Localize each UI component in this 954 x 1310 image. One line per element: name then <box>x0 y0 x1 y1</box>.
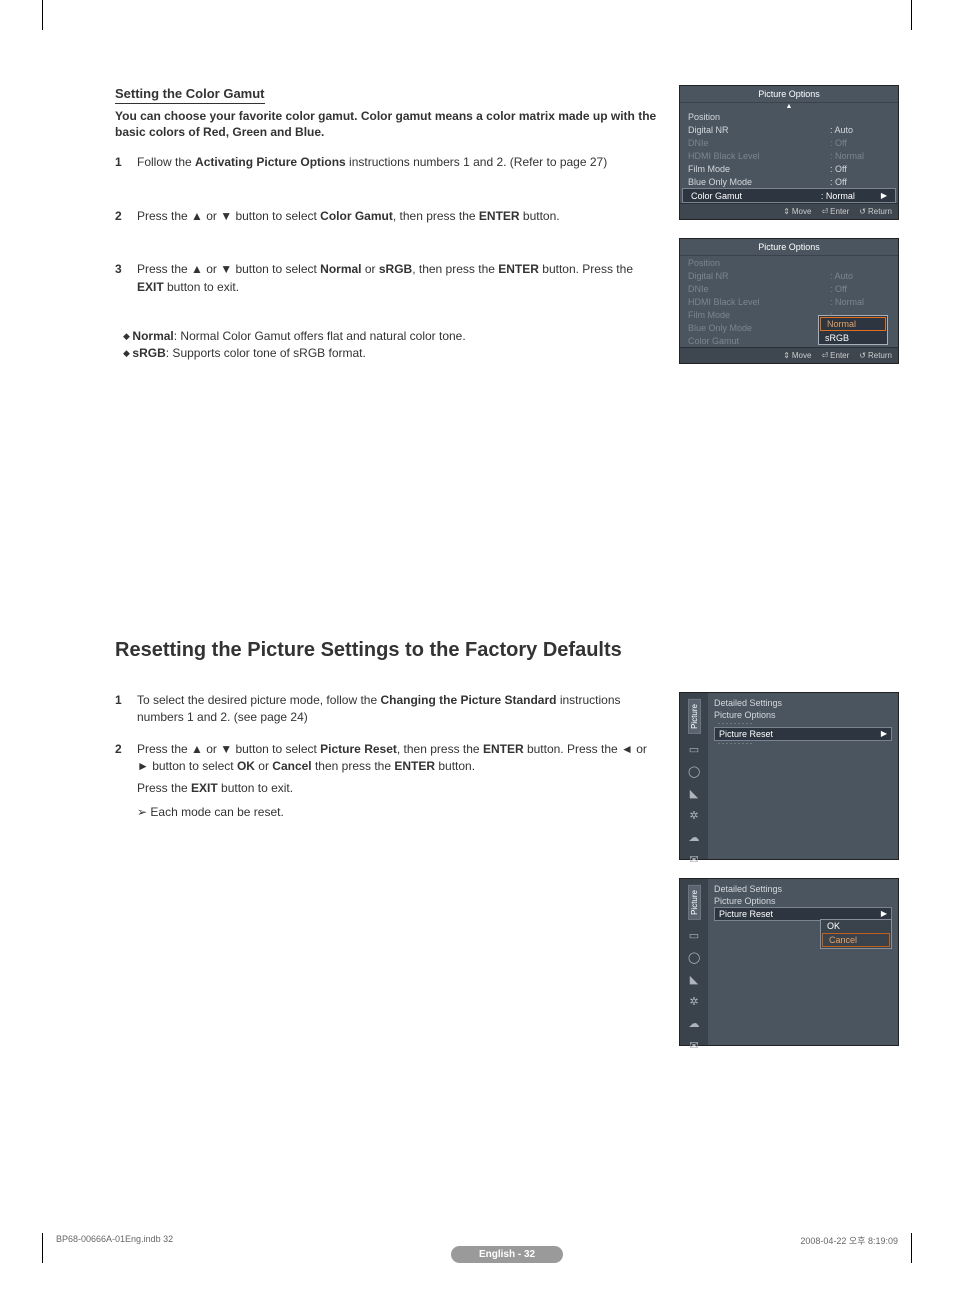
step-text: Follow the Activating Picture Options in… <box>137 154 661 171</box>
pointer-note: Each mode can be reset. <box>115 805 661 819</box>
footer-return: Return <box>859 207 892 216</box>
step-number: 2 <box>115 208 137 225</box>
tv-menu-row: HDMI Black Level: Normal <box>680 295 898 308</box>
tv-sidebar: Picture ▭ ◯ ◣ ✲ ☁ ✉ <box>680 879 708 1045</box>
step-number: 3 <box>115 261 137 296</box>
crop-mark <box>42 1233 43 1263</box>
notes-box: Normal: Normal Color Gamut offers flat a… <box>115 322 661 369</box>
tv-menu-selected-row: Color Gamut : Normal ▶ <box>682 188 896 203</box>
sidebar-tab-picture: Picture <box>688 885 701 920</box>
tv-menu-row: DNIe: Off <box>680 282 898 295</box>
mail-icon: ✉ <box>688 1040 700 1052</box>
step-text: Press the ▲ or ▼ button to select Color … <box>137 208 661 225</box>
footer-return: Return <box>859 351 892 360</box>
step-text: Press the ▲ or ▼ button to select Pictur… <box>137 741 661 776</box>
sidebar-tab-picture: Picture <box>688 699 701 734</box>
manual-page: Setting the Color Gamut You can choose y… <box>0 0 954 1263</box>
tv-menu-row: Digital NR: Auto <box>680 123 898 136</box>
cloud-icon: ☁ <box>688 832 700 844</box>
cloud-icon: ☁ <box>688 1018 700 1030</box>
tv-menu-picture-reset-2: Picture ▭ ◯ ◣ ✲ ☁ ✉ Detailed Settings Pi… <box>679 878 899 1046</box>
meta-right: 2008-04-22 오후 8:19:09 <box>800 1234 898 1247</box>
step-number: 1 <box>115 692 137 727</box>
tv-menu-footer: Move Enter Return <box>680 347 898 363</box>
tv-menu-footer: Move Enter Return <box>680 203 898 219</box>
tv-menu-line: Detailed Settings <box>714 883 892 895</box>
footer-enter: Enter <box>821 207 849 216</box>
steps-list: 1To select the desired picture mode, fol… <box>115 692 661 776</box>
note-item: sRGB: Supports color tone of sRGB format… <box>123 345 653 362</box>
caret-right-icon: ▶ <box>881 191 887 200</box>
monitor-icon: ▭ <box>688 930 700 942</box>
tv-menu-header: Picture Options <box>680 239 898 256</box>
circle-icon: ◯ <box>688 952 700 964</box>
tv-menu-label: Color Gamut <box>691 191 821 201</box>
tv-menu-line: Picture Options <box>714 709 892 721</box>
tv-menu-picture-options-1: Picture Options ▲ PositionDigital NR: Au… <box>679 85 899 220</box>
crop-mark <box>42 0 43 30</box>
footer-move: Move <box>783 351 811 360</box>
tv-menu-picture-reset-1: Picture ▭ ◯ ◣ ✲ ☁ ✉ Detailed Settings Pi… <box>679 692 899 860</box>
step-text: To select the desired picture mode, foll… <box>137 692 661 727</box>
note-item: Normal: Normal Color Gamut offers flat a… <box>123 328 653 345</box>
caret-right-icon: ▶ <box>881 909 887 918</box>
section-reset: 1To select the desired picture mode, fol… <box>115 692 899 1046</box>
circle-icon: ◯ <box>688 766 700 778</box>
footer-move: Move <box>783 207 811 216</box>
tv-menu-header: Picture Options <box>680 86 898 103</box>
flag-icon: ◣ <box>688 788 700 800</box>
step-number: 1 <box>115 154 137 171</box>
tv-menu-row: Film Mode: Off <box>680 162 898 175</box>
print-meta: BP68-00666A-01Eng.indb 32 2008-04-22 오후 … <box>56 1234 898 1247</box>
tv-menu-line: Detailed Settings <box>714 697 892 709</box>
caret-right-icon: ▶ <box>881 729 887 738</box>
tv-menu-selected-row: Picture Reset▶ <box>714 727 892 741</box>
tv-menu-line: Picture Options <box>714 895 892 907</box>
section-color-gamut: Setting the Color Gamut You can choose y… <box>115 85 899 369</box>
tv-menu-row: Blue Only Mode: Off <box>680 175 898 188</box>
footer-enter: Enter <box>821 351 849 360</box>
crop-mark <box>911 1233 912 1263</box>
popup-option: Cancel <box>822 933 890 947</box>
scroll-up-indicator: ▲ <box>680 103 898 110</box>
tv-sidebar: Picture ▭ ◯ ◣ ✲ ☁ ✉ <box>680 693 708 859</box>
exit-line: Press the EXIT button to exit. <box>115 781 661 795</box>
tv-menu-row: HDMI Black Level: Normal <box>680 149 898 162</box>
tv-menu-row: Digital NR: Auto <box>680 269 898 282</box>
mail-icon: ✉ <box>688 854 700 866</box>
tv-menu-row: Position <box>680 110 898 123</box>
tv-menu-row: Position <box>680 256 898 269</box>
gear-icon: ✲ <box>688 810 700 822</box>
popup-option: OK <box>821 920 891 932</box>
popup-option: sRGB <box>819 332 887 344</box>
flag-icon: ◣ <box>688 974 700 986</box>
section-title: Setting the Color Gamut <box>115 86 265 104</box>
tv-popup-ok-cancel: OK Cancel <box>820 919 892 949</box>
tv-menu-picture-options-2: Picture Options PositionDigital NR: Auto… <box>679 238 899 364</box>
main-heading: Resetting the Picture Settings to the Fa… <box>115 639 899 662</box>
tv-popup-color-gamut: Normal sRGB <box>818 315 888 345</box>
meta-left: BP68-00666A-01Eng.indb 32 <box>56 1234 173 1247</box>
popup-option: Normal <box>820 317 886 331</box>
crop-mark <box>911 0 912 30</box>
monitor-icon: ▭ <box>688 744 700 756</box>
tv-menu-value: : Normal <box>821 191 881 201</box>
page-number-pill: English - 32 <box>451 1246 563 1263</box>
tv-menu-row: DNIe: Off <box>680 136 898 149</box>
dotted-lower: ········· <box>714 741 892 747</box>
page-footer: English - 32 <box>115 1246 899 1263</box>
steps-list: 1Follow the Activating Picture Options i… <box>115 154 661 296</box>
step-number: 2 <box>115 741 137 776</box>
section-intro: You can choose your favorite color gamut… <box>115 108 661 140</box>
step-text: Press the ▲ or ▼ button to select Normal… <box>137 261 661 296</box>
gear-icon: ✲ <box>688 996 700 1008</box>
